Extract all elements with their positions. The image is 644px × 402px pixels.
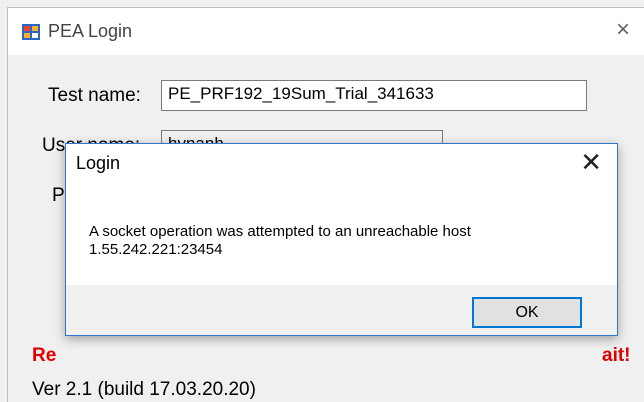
version-text: Ver 2.1 (build 17.03.20.20) [32,379,256,400]
ok-button[interactable]: OK [472,297,582,328]
app-icon [22,24,40,40]
test-name-label: Test name: [48,85,141,106]
dialog-message: A socket operation was attempted to an u… [89,223,471,259]
dialog-footer: OK [66,285,617,335]
warning-text-start: Re [32,345,57,366]
test-name-value: PE_PRF192_19Sum_Trial_341633 [168,84,434,103]
dialog-message-line1: A socket operation was attempted to an u… [89,223,471,240]
window-title: PEA Login [48,21,133,41]
password-label: P [52,185,65,206]
title-bar: PEA Login × [8,8,644,55]
window-close-icon[interactable]: × [616,18,630,42]
dialog-message-line2: 1.55.242.221:23454 [89,241,223,258]
test-name-field[interactable]: PE_PRF192_19Sum_Trial_341633 [161,80,587,111]
dialog-title: Login [76,153,121,173]
error-dialog: Login ✕ A socket operation was attempted… [65,143,618,336]
warning-text-end: ait! [602,345,631,366]
dialog-close-icon[interactable]: ✕ [580,149,602,175]
